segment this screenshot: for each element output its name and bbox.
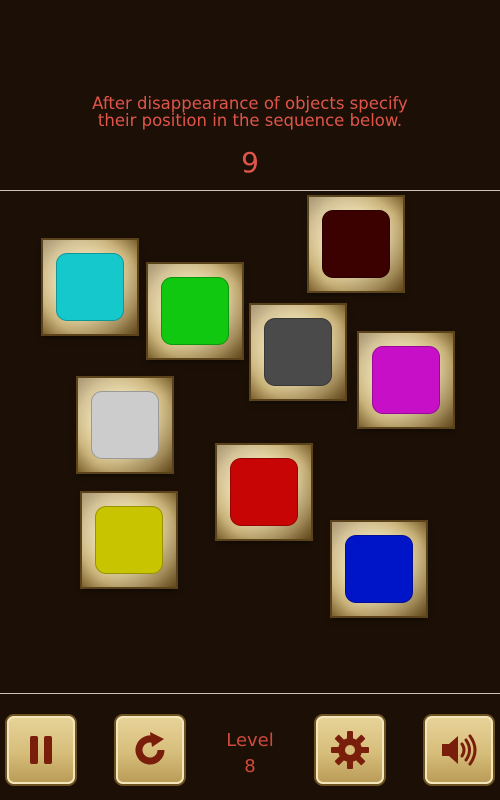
sound-icon (442, 734, 477, 766)
swatch-blue (345, 535, 413, 603)
sound-button[interactable] (425, 716, 493, 784)
pause-button[interactable] (7, 716, 75, 784)
level-indicator: Level 8 (210, 728, 290, 780)
tile-blue[interactable] (332, 522, 426, 616)
tile-green[interactable] (148, 264, 242, 358)
tile-dark-gray[interactable] (251, 305, 345, 399)
swatch-dark-gray (264, 318, 332, 386)
tile-dark-red[interactable] (309, 197, 403, 291)
settings-gear-icon (331, 731, 369, 769)
swatch-light-gray (91, 391, 159, 459)
sequence-counter: 9 (241, 146, 259, 179)
tile-cyan[interactable] (43, 240, 137, 334)
bottom-divider (0, 693, 500, 694)
swatch-magenta (372, 346, 440, 414)
tile-magenta[interactable] (359, 333, 453, 427)
level-label: Level (226, 730, 274, 751)
pause-icon (30, 736, 52, 764)
instruction-line-2: their position in the sequence below. (97, 111, 403, 130)
restart-button[interactable] (116, 716, 184, 784)
tile-red[interactable] (217, 445, 311, 539)
swatch-cyan (56, 253, 124, 321)
restart-icon (135, 732, 165, 765)
level-value: 8 (244, 756, 256, 777)
swatch-yellow (95, 506, 163, 574)
swatch-green (161, 277, 229, 345)
instruction-line-1: After disappearance of objects specify (92, 94, 408, 113)
tile-yellow[interactable] (82, 493, 176, 587)
tile-light-gray[interactable] (78, 378, 172, 472)
settings-button[interactable] (316, 716, 384, 784)
instruction-text: After disappearance of objects specify t… (0, 95, 500, 129)
game-board (0, 191, 500, 693)
swatch-red (230, 458, 298, 526)
swatch-dark-red (322, 210, 390, 278)
